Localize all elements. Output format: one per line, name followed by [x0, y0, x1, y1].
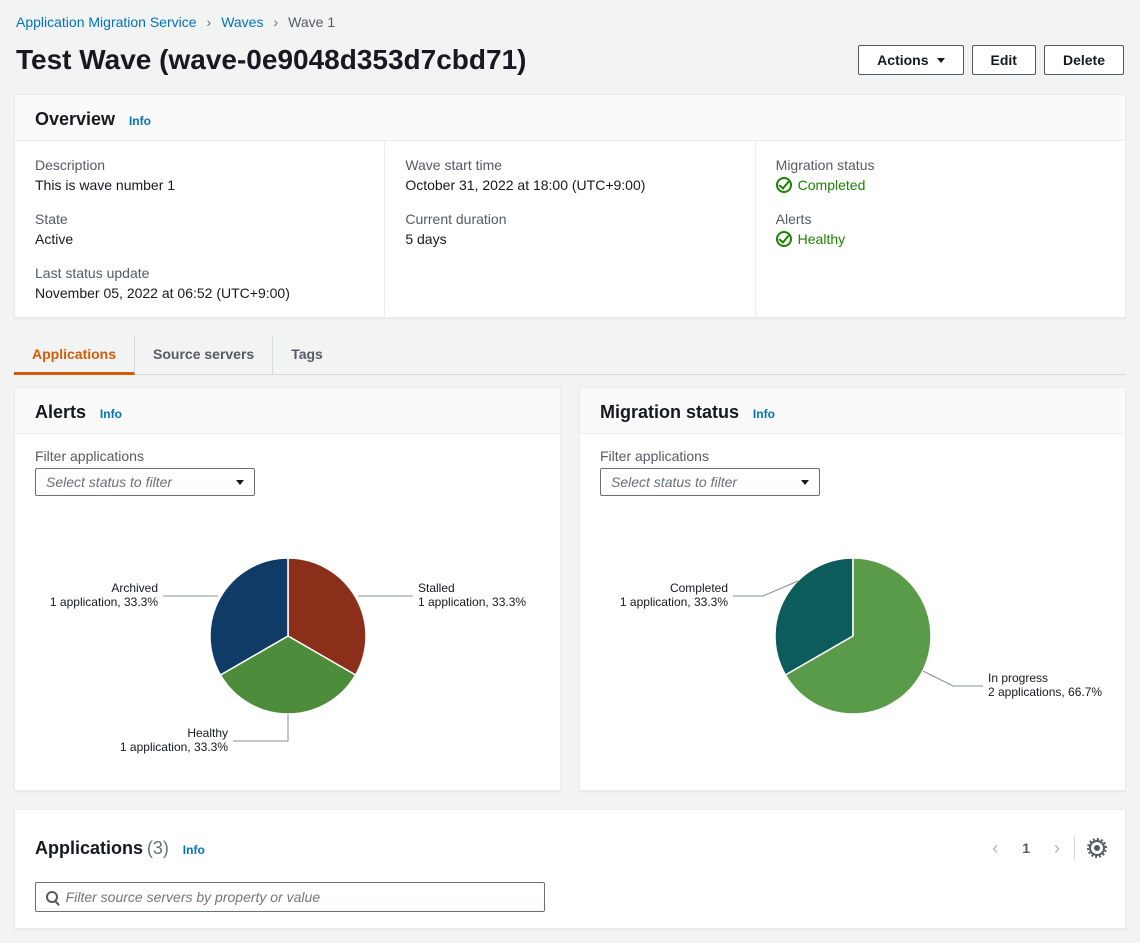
chart-label: In progress — [988, 671, 1048, 685]
tabs: Applications Source servers Tags — [14, 336, 1126, 375]
search-box[interactable] — [35, 882, 545, 912]
duration-value: 5 days — [405, 231, 734, 247]
alerts-info-link[interactable]: Info — [100, 407, 122, 421]
pager: ‹ 1 › — [992, 826, 1060, 870]
caret-down-icon — [801, 480, 809, 485]
delete-button[interactable]: Delete — [1044, 45, 1124, 75]
overview-info-link[interactable]: Info — [129, 114, 151, 128]
start-time-value: October 31, 2022 at 18:00 (UTC+9:00) — [405, 177, 734, 193]
chart-label: Healthy — [187, 726, 228, 740]
chevron-right-icon: › — [207, 14, 212, 30]
gear-icon[interactable] — [1089, 840, 1105, 856]
overview-title: Overview — [35, 109, 115, 129]
page-title: Test Wave (wave-0e9048d353d7cbd71) — [16, 44, 526, 76]
caret-down-icon — [236, 480, 244, 485]
chart-label: Stalled — [418, 581, 455, 595]
page-next-icon[interactable]: › — [1054, 838, 1060, 859]
alerts-value: Healthy — [798, 231, 845, 247]
duration-label: Current duration — [405, 211, 734, 227]
applications-info-link[interactable]: Info — [183, 843, 205, 857]
description-label: Description — [35, 157, 364, 173]
chart-label: Completed — [669, 581, 727, 595]
alerts-label: Alerts — [776, 211, 1105, 227]
migration-panel-title: Migration status — [600, 402, 739, 422]
applications-title: Applications — [35, 838, 143, 858]
tab-tags[interactable]: Tags — [273, 336, 341, 374]
last-status-label: Last status update — [35, 265, 364, 281]
chart-label: 2 applications, 66.7% — [988, 685, 1102, 699]
start-time-label: Wave start time — [405, 157, 734, 173]
chart-label: 1 application, 33.3% — [119, 740, 227, 754]
migration-info-link[interactable]: Info — [753, 407, 775, 421]
applications-panel: Applications (3) Info ‹ 1 › — [14, 809, 1126, 929]
breadcrumb: Application Migration Service › Waves › … — [14, 14, 1126, 30]
select-placeholder: Select status to filter — [46, 474, 172, 490]
tab-applications[interactable]: Applications — [14, 336, 135, 375]
actions-button[interactable]: Actions — [858, 45, 963, 75]
migration-status-label: Migration status — [776, 157, 1105, 173]
state-value: Active — [35, 231, 364, 247]
migration-chart-panel: Migration status Info Filter application… — [579, 387, 1126, 791]
caret-down-icon — [937, 58, 945, 63]
breadcrumb-root[interactable]: Application Migration Service — [16, 14, 197, 30]
migration-filter-select[interactable]: Select status to filter — [600, 468, 820, 496]
search-input[interactable] — [66, 889, 534, 905]
divider — [1074, 836, 1075, 860]
current-page: 1 — [1008, 826, 1044, 870]
select-placeholder: Select status to filter — [611, 474, 737, 490]
chart-label: 1 application, 33.3% — [418, 595, 526, 609]
edit-button[interactable]: Edit — [972, 45, 1036, 75]
actions-button-label: Actions — [877, 52, 928, 68]
breadcrumb-current: Wave 1 — [288, 14, 335, 30]
description-value: This is wave number 1 — [35, 177, 364, 193]
check-circle-icon — [776, 177, 792, 193]
chart-label: 1 application, 33.3% — [619, 595, 727, 609]
check-circle-icon — [776, 231, 792, 247]
overview-panel: Overview Info Description This is wave n… — [14, 94, 1126, 318]
chart-label: 1 application, 33.3% — [49, 595, 157, 609]
alerts-filter-label: Filter applications — [35, 448, 540, 464]
last-status-value: November 05, 2022 at 06:52 (UTC+9:00) — [35, 285, 364, 301]
alerts-chart-panel: Alerts Info Filter applications Select s… — [14, 387, 561, 791]
migration-filter-label: Filter applications — [600, 448, 1105, 464]
migration-pie-chart: Completed 1 application, 33.3% In progre… — [603, 536, 1103, 766]
chart-label: Archived — [111, 581, 158, 595]
alerts-pie-chart: Stalled 1 application, 33.3% Healthy 1 a… — [38, 536, 538, 766]
alerts-filter-select[interactable]: Select status to filter — [35, 468, 255, 496]
breadcrumb-waves[interactable]: Waves — [221, 14, 263, 30]
tab-source-servers[interactable]: Source servers — [135, 336, 273, 374]
search-icon — [46, 891, 58, 903]
applications-count: (3) — [147, 838, 169, 858]
state-label: State — [35, 211, 364, 227]
alerts-panel-title: Alerts — [35, 402, 86, 422]
chevron-right-icon: › — [273, 14, 278, 30]
migration-status-value: Completed — [798, 177, 866, 193]
page-prev-icon[interactable]: ‹ — [992, 838, 998, 859]
